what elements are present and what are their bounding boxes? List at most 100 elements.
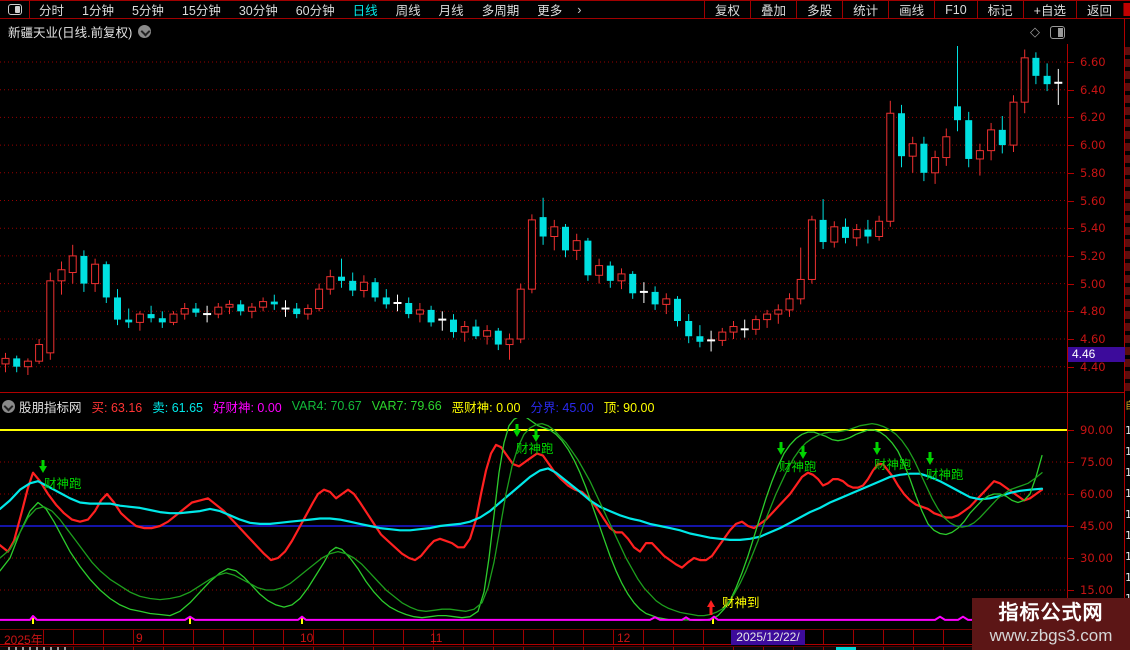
more-arrow-icon[interactable]: › — [571, 3, 587, 17]
candlestick — [125, 309, 132, 328]
candlestick — [215, 303, 222, 318]
indicator-line — [0, 616, 1042, 620]
indicator-source-label: 股朋指标网 — [19, 397, 82, 416]
indicator-header[interactable]: 股朋指标网 买: 63.16卖: 61.65好财神: 0.00VAR4: 70.… — [0, 396, 1060, 416]
indicator-axis-label: 75.00 — [1080, 455, 1113, 469]
price-axis-label: 5.20 — [1080, 249, 1106, 263]
axis-tick-mark — [1068, 173, 1074, 174]
price-axis-label: 6.40 — [1080, 83, 1106, 97]
sell-signal-arrow-icon — [799, 446, 807, 459]
tool-button-标记[interactable]: 标记 — [977, 1, 1023, 18]
chart-mini-icons: ◇ — [1030, 24, 1065, 40]
caishen-arrive-label: 财神到 — [722, 596, 760, 610]
candlestick — [271, 295, 278, 310]
price-axis-label: 4.60 — [1080, 332, 1106, 346]
tool-button-返回[interactable]: 返回 — [1076, 1, 1122, 18]
period-tab-分时[interactable]: 分时 — [30, 0, 73, 19]
candlestick — [13, 356, 20, 373]
price-axis-label: 5.80 — [1080, 166, 1106, 180]
candlestick — [203, 306, 211, 323]
candlestick — [394, 295, 402, 312]
axis-tick-mark — [1068, 284, 1074, 285]
candlestick — [1021, 50, 1028, 114]
tool-button-+自选[interactable]: +自选 — [1023, 1, 1076, 18]
layout-toggle-button[interactable] — [0, 1, 30, 18]
panel-layout-icon[interactable] — [1050, 26, 1065, 39]
candlestick — [226, 300, 233, 314]
clipped-gold-char: 自 — [1125, 397, 1130, 412]
candlestick — [438, 311, 446, 330]
candlestick-svg — [0, 44, 1067, 392]
clipped-digit: 1 — [1125, 424, 1130, 437]
clipped-digit: 1 — [1125, 571, 1130, 584]
clipped-digit: 1 — [1125, 487, 1130, 500]
candlestick — [2, 353, 9, 372]
period-tab-5分钟[interactable]: 5分钟 — [123, 0, 173, 19]
indicator-param-顶: 顶: 90.00 — [604, 397, 655, 416]
period-tab-15分钟[interactable]: 15分钟 — [173, 0, 230, 19]
period-tab-更多[interactable]: 更多 — [528, 0, 571, 19]
candlestick — [898, 105, 905, 167]
clipped-right-panel: 自 111111111 — [1125, 19, 1130, 650]
price-axis-label: 6.60 — [1080, 55, 1106, 69]
candlestick — [596, 259, 603, 284]
candlestick — [551, 220, 558, 250]
sell-signal-arrow-icon — [513, 424, 521, 437]
watermark-url: www.zbgs3.com — [990, 625, 1113, 647]
clipped-digit: 1 — [1125, 466, 1130, 479]
caishen-run-label: 财神跑 — [779, 460, 817, 474]
chevron-down-icon[interactable] — [2, 400, 15, 413]
clipped-digit: 1 — [1125, 529, 1130, 542]
axis-tick-mark — [1068, 311, 1074, 312]
period-tab-月线[interactable]: 月线 — [430, 0, 473, 19]
candlestick — [327, 270, 334, 295]
indicator-line — [0, 468, 1042, 540]
candlestick — [1044, 63, 1051, 91]
candlestick — [461, 321, 468, 342]
tool-button-统计[interactable]: 统计 — [842, 1, 888, 18]
period-tab-30分钟[interactable]: 30分钟 — [230, 0, 287, 19]
period-tab-60分钟[interactable]: 60分钟 — [287, 0, 344, 19]
price-axis-label: 6.20 — [1080, 110, 1106, 124]
candlestick — [472, 320, 479, 339]
period-tab-多周期[interactable]: 多周期 — [473, 0, 529, 19]
candlestick — [506, 333, 513, 359]
candlestick — [416, 303, 423, 322]
candlestick — [159, 311, 166, 328]
chevron-down-icon[interactable] — [138, 25, 151, 38]
tool-button-叠加[interactable]: 叠加 — [750, 1, 796, 18]
diamond-icon[interactable]: ◇ — [1030, 24, 1040, 40]
candlestick — [170, 311, 177, 325]
candlestick — [316, 284, 323, 312]
toolbar-corner-marker — [1123, 3, 1130, 16]
indicator-pane[interactable]: 财神跑财神跑财神跑财神跑财神跑财神到 — [0, 418, 1067, 629]
tool-buttons: 复权叠加多股统计画线F10标记+自选返回 — [704, 1, 1122, 18]
axis-divider-line — [1067, 44, 1068, 645]
candlestick — [965, 112, 972, 167]
period-tab-周线[interactable]: 周线 — [387, 0, 430, 19]
period-tab-日线[interactable]: 日线 — [344, 0, 387, 19]
tool-button-F10[interactable]: F10 — [934, 1, 977, 18]
tool-button-多股[interactable]: 多股 — [796, 1, 842, 18]
indicator-axis-label: 45.00 — [1080, 519, 1113, 533]
tool-button-画线[interactable]: 画线 — [888, 1, 934, 18]
main-candlestick-pane[interactable] — [0, 44, 1067, 392]
period-toolbar: 分时1分钟5分钟15分钟30分钟60分钟日线周线月线多周期更多› 复权叠加多股统… — [0, 0, 1130, 19]
indicator-param-好财神: 好财神: 0.00 — [213, 397, 282, 416]
tool-button-复权[interactable]: 复权 — [704, 1, 750, 18]
indicator-axis-label: 60.00 — [1080, 487, 1113, 501]
time-axis[interactable]: 2025/12/22/一 2025年9101112 — [0, 630, 1124, 645]
indicator-axis-label: 90.00 — [1080, 423, 1113, 437]
indicator-axis-label: 30.00 — [1080, 551, 1113, 565]
caishen-run-label: 财神跑 — [44, 477, 82, 491]
candlestick — [943, 128, 950, 165]
chart-title-row: 新疆天业(日线.前复权) — [0, 19, 1124, 43]
candlestick — [103, 261, 110, 303]
candlestick — [876, 216, 883, 241]
candlestick — [80, 250, 87, 292]
candlestick — [360, 275, 367, 297]
axis-tick-mark — [1068, 201, 1074, 202]
candlestick — [584, 238, 591, 281]
period-tab-1分钟[interactable]: 1分钟 — [73, 0, 123, 19]
candlestick — [148, 306, 155, 323]
